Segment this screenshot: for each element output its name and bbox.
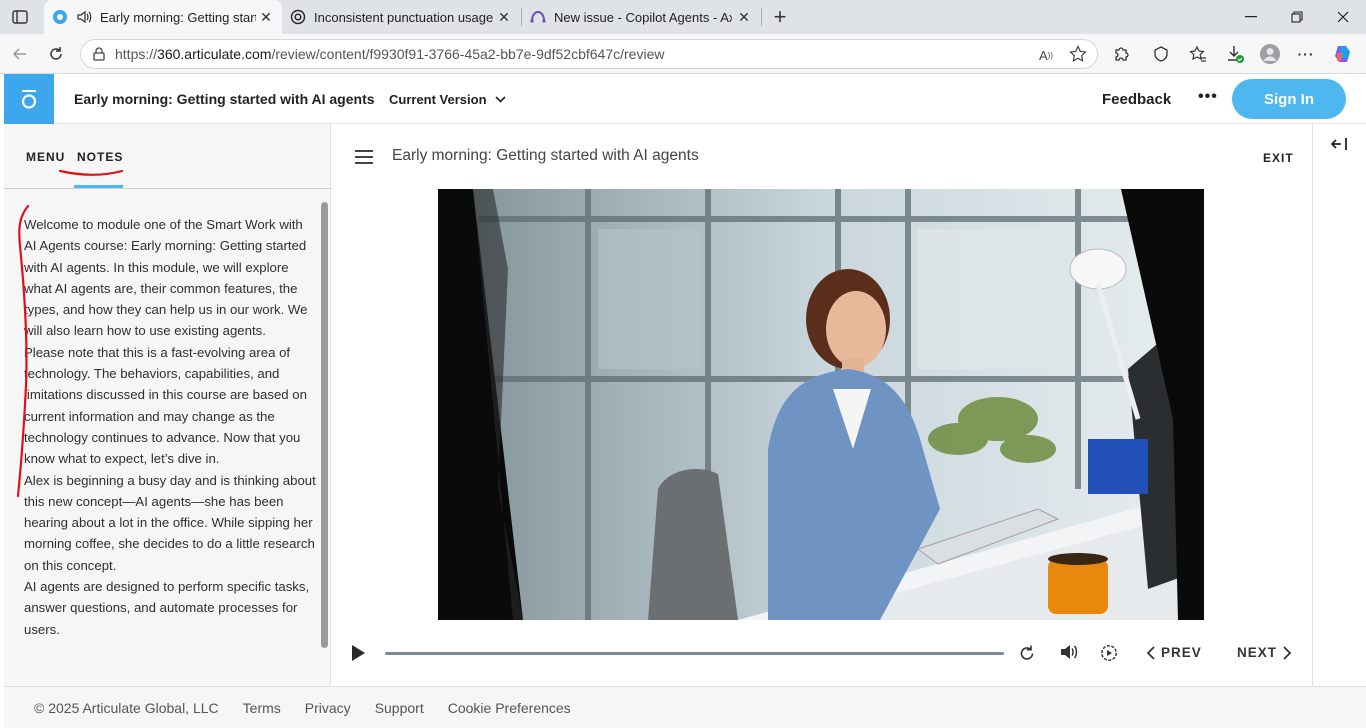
footer-link-terms[interactable]: Terms bbox=[243, 700, 281, 716]
minimize-icon[interactable] bbox=[1228, 0, 1274, 34]
articulate-logo[interactable] bbox=[4, 74, 54, 124]
chevron-down-icon bbox=[494, 96, 506, 103]
speaker-icon[interactable] bbox=[76, 9, 92, 25]
downloads-icon[interactable] bbox=[1220, 40, 1250, 68]
devops-icon bbox=[530, 9, 546, 25]
new-tab-icon[interactable]: + bbox=[768, 4, 792, 29]
tab-notes[interactable]: NOTES bbox=[77, 150, 123, 164]
settings-more-icon[interactable]: ··· bbox=[1291, 40, 1321, 68]
play-icon[interactable] bbox=[347, 642, 369, 664]
hamburger-menu-icon[interactable] bbox=[355, 150, 373, 164]
address-bar[interactable]: https://360.articulate.com/review/conten… bbox=[80, 39, 1098, 69]
collapse-panel-icon[interactable] bbox=[1330, 136, 1349, 157]
refresh-icon[interactable] bbox=[41, 40, 71, 68]
browser-tab-chatgpt[interactable]: Inconsistent punctuation usage ✕ bbox=[282, 0, 520, 34]
player-controls: PREV NEXT bbox=[331, 634, 1312, 674]
tab-label: New issue - Copilot Agents - Axio bbox=[554, 9, 732, 25]
next-label: NEXT bbox=[1237, 645, 1278, 660]
course-title: Early morning: Getting started with AI a… bbox=[74, 91, 375, 107]
footer-link-cookie-preferences[interactable]: Cookie Preferences bbox=[448, 700, 571, 716]
replay-icon[interactable] bbox=[1016, 642, 1038, 664]
notes-paragraph: Please note that this is a fast-evolving… bbox=[24, 344, 307, 467]
next-button[interactable]: NEXT bbox=[1237, 645, 1292, 660]
tab-label: Inconsistent punctuation usage bbox=[314, 9, 494, 25]
tab-actions-icon[interactable] bbox=[10, 8, 30, 26]
prev-button[interactable]: PREV bbox=[1146, 645, 1202, 660]
restore-icon[interactable] bbox=[1274, 0, 1320, 34]
browser-essentials-icon[interactable] bbox=[1146, 40, 1176, 68]
chevron-left-icon bbox=[1146, 645, 1155, 660]
footer-link-support[interactable]: Support bbox=[375, 700, 424, 716]
tab-menu[interactable]: MENU bbox=[26, 150, 65, 164]
version-dropdown[interactable]: Current Version bbox=[389, 92, 506, 107]
close-window-icon[interactable] bbox=[1320, 0, 1366, 34]
close-tab-icon[interactable]: ✕ bbox=[736, 9, 752, 25]
copyright-text: © 2025 Articulate Global, LLC bbox=[34, 699, 219, 716]
copilot-icon[interactable] bbox=[1328, 40, 1358, 68]
active-tab-indicator bbox=[74, 185, 123, 188]
notes-paragraph: Welcome to module one of the Smart Work … bbox=[24, 217, 308, 339]
favorites-icon[interactable] bbox=[1183, 40, 1213, 68]
profile-avatar[interactable] bbox=[1255, 40, 1285, 68]
prev-label: PREV bbox=[1161, 645, 1202, 660]
notes-scrollbar[interactable] bbox=[321, 202, 328, 648]
sidebar-tabs: MENU NOTES bbox=[4, 124, 331, 189]
chevron-right-icon bbox=[1283, 645, 1292, 660]
version-label: Current Version bbox=[389, 92, 487, 107]
slide-title: Early morning: Getting started with AI a… bbox=[392, 147, 699, 164]
address-toolbar: https://360.articulate.com/review/conten… bbox=[0, 34, 1366, 74]
playback-speed-icon[interactable] bbox=[1098, 642, 1120, 664]
sign-in-button[interactable]: Sign In bbox=[1232, 79, 1346, 119]
footer: © 2025 Articulate Global, LLC Terms Priv… bbox=[4, 686, 1366, 728]
notes-paragraph: AI agents are designed to perform specif… bbox=[24, 579, 310, 637]
tab-separator bbox=[761, 8, 762, 26]
slide-player: Early morning: Getting started with AI a… bbox=[331, 124, 1312, 686]
favorite-star-icon[interactable] bbox=[1069, 45, 1087, 63]
url-prefix: https:// bbox=[115, 46, 158, 62]
tab-label: Early morning: Getting starte bbox=[100, 9, 256, 25]
notes-text: Welcome to module one of the Smart Work … bbox=[24, 214, 316, 640]
app-header: Early morning: Getting started with AI a… bbox=[4, 74, 1366, 124]
url-path: /review/content/f9930f91-3766-45a2-bb7e-… bbox=[271, 46, 665, 62]
browser-tab-devops[interactable]: New issue - Copilot Agents - Axio ✕ bbox=[522, 0, 760, 34]
right-panel bbox=[1312, 124, 1366, 686]
close-tab-icon[interactable]: ✕ bbox=[258, 9, 274, 25]
feedback-button[interactable]: Feedback bbox=[1102, 91, 1171, 108]
notes-paragraph: Alex is beginning a busy day and is thin… bbox=[24, 472, 316, 573]
articulate-icon bbox=[52, 9, 68, 25]
back-icon[interactable] bbox=[5, 40, 35, 68]
extensions-icon[interactable] bbox=[1106, 40, 1136, 68]
url-domain: 360.articulate.com bbox=[157, 46, 272, 62]
office-photo bbox=[438, 189, 1204, 620]
url-text: https://360.articulate.com/review/conten… bbox=[115, 46, 664, 62]
site-info-icon[interactable] bbox=[91, 46, 107, 62]
openai-icon bbox=[290, 9, 306, 25]
more-options-button[interactable]: ••• bbox=[1198, 88, 1218, 106]
volume-icon[interactable] bbox=[1058, 641, 1080, 663]
footer-link-privacy[interactable]: Privacy bbox=[305, 700, 351, 716]
exit-button[interactable]: EXIT bbox=[1263, 151, 1294, 165]
progress-bar[interactable] bbox=[385, 652, 1004, 655]
browser-tab-articulate[interactable]: Early morning: Getting starte ✕ bbox=[44, 0, 282, 34]
close-tab-icon[interactable]: ✕ bbox=[496, 9, 512, 25]
read-aloud-icon[interactable]: A)) bbox=[1037, 46, 1055, 64]
slide-image bbox=[438, 189, 1204, 620]
sidebar: MENU NOTES Welcome to module one of the … bbox=[4, 124, 331, 686]
browser-tab-bar: Early morning: Getting starte ✕ Inconsis… bbox=[0, 0, 1366, 34]
